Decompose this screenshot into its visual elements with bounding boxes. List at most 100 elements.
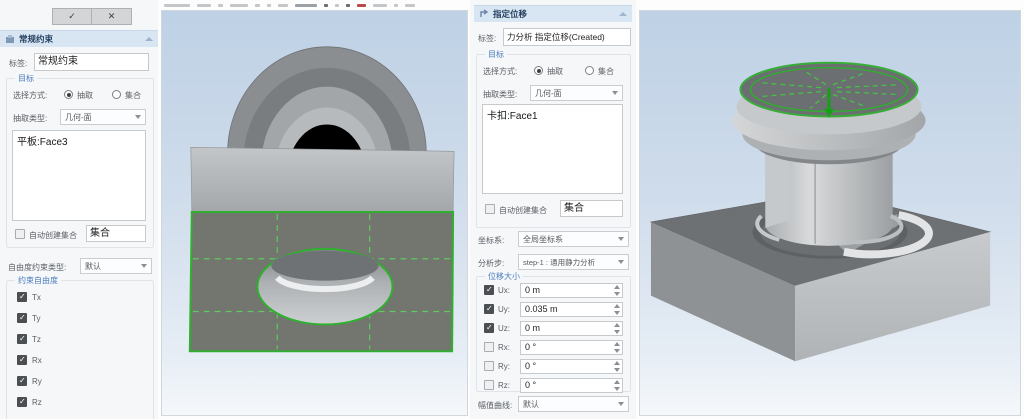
disp-input-uz[interactable]: 0 m — [520, 321, 623, 336]
viewport-toolbar[interactable] — [158, 0, 470, 10]
disp-input-uy[interactable]: 0.035 m — [520, 302, 623, 317]
label-input[interactable]: 常规约束 — [34, 53, 149, 71]
radio-extract-label: 抽取 — [547, 66, 563, 77]
viewport-iso[interactable] — [639, 10, 1021, 416]
panel-title: 常规约束 — [19, 33, 53, 45]
select-mode-label: 选择方式: — [483, 66, 517, 77]
toolbar-mark — [324, 4, 328, 7]
disp-label-rz: Rz: — [498, 381, 510, 390]
dof-group: 约束自由度 — [6, 280, 154, 419]
spinner-down-icon[interactable] — [614, 330, 620, 334]
toolbar-mark — [394, 4, 398, 7]
dof-checkbox-ry[interactable] — [17, 376, 27, 386]
constraint-icon — [5, 34, 15, 44]
toolbar-mark — [267, 4, 271, 7]
dof-checkbox-tz[interactable] — [17, 334, 27, 344]
toolbar-mark — [346, 4, 350, 7]
selection-list-item[interactable]: 卡扣:Face1 — [487, 107, 618, 122]
spinner-down-icon[interactable] — [614, 349, 620, 353]
extract-type-value: 几何-面 — [65, 112, 92, 123]
dof-label-ry: Ry — [32, 377, 42, 386]
dof-checkbox-rz[interactable] — [17, 397, 27, 407]
toolbar-mark — [373, 4, 387, 7]
dof-checkbox-ty[interactable] — [17, 313, 27, 323]
disp-checkbox-uy[interactable] — [484, 304, 494, 314]
chevron-down-icon — [618, 260, 624, 264]
displacement-icon — [479, 9, 489, 19]
set-name-input[interactable]: 集合 — [560, 200, 623, 217]
dialog-confirm-bar: ✓ ✕ — [52, 8, 132, 25]
spinner-up-icon[interactable] — [614, 361, 620, 365]
model-iso-view[interactable] — [640, 11, 1020, 415]
disp-value-ry: 0 ° — [525, 361, 536, 371]
extract-type-value: 几何-面 — [535, 88, 562, 99]
dof-label-ty: Ty — [32, 314, 40, 323]
selected-face-cap-top[interactable] — [740, 63, 917, 118]
auto-create-set-checkbox[interactable] — [485, 204, 495, 214]
amplitude-value: 默认 — [523, 399, 539, 410]
collapse-icon[interactable] — [619, 12, 627, 16]
disp-input-ry[interactable]: 0 ° — [520, 359, 623, 374]
spinner-up-icon[interactable] — [614, 304, 620, 308]
cancel-button[interactable]: ✕ — [92, 8, 132, 25]
selection-list-item[interactable]: 平板:Face3 — [17, 133, 141, 148]
disp-checkbox-ry[interactable] — [484, 361, 494, 371]
displacement-panel: 指定位移 标签: 力分析 指定位移(Created) 目标 选择方式: 抽取 集… — [470, 0, 636, 419]
spinner-down-icon[interactable] — [614, 311, 620, 315]
model-bottom-view[interactable] — [162, 11, 467, 415]
disp-checkbox-rx[interactable] — [484, 342, 494, 352]
radio-set[interactable] — [585, 66, 594, 75]
selection-listbox[interactable]: 平板:Face3 — [12, 130, 146, 221]
disp-value-ux: 0 m — [525, 285, 540, 295]
dof-checkbox-tx[interactable] — [17, 292, 27, 302]
spinner-down-icon[interactable] — [614, 292, 620, 296]
auto-create-set-checkbox[interactable] — [15, 229, 25, 239]
toolbar-mark — [164, 4, 190, 7]
radio-extract[interactable] — [534, 66, 543, 75]
extract-type-select[interactable]: 几何-面 — [60, 109, 146, 125]
spinner-up-icon[interactable] — [614, 285, 620, 289]
spinner-down-icon[interactable] — [614, 368, 620, 372]
analysis-step-select[interactable]: step-1 : 通用静力分析 — [518, 254, 629, 270]
constraint-panel: ✓ ✕ 常规约束 标签: 常规约束 目标 选择方式: 抽取 集合 抽取类型: 几… — [0, 0, 158, 419]
dof-checkbox-rx[interactable] — [17, 355, 27, 365]
spinner-up-icon[interactable] — [614, 342, 620, 346]
radio-set-label: 集合 — [598, 66, 614, 77]
radio-set[interactable] — [112, 90, 121, 99]
panel-title: 指定位移 — [493, 8, 527, 20]
toolbar-mark — [230, 4, 248, 7]
spinner-up-icon[interactable] — [614, 323, 620, 327]
selection-listbox[interactable]: 卡扣:Face1 — [482, 104, 623, 194]
dof-type-label: 自由度约束类型: — [8, 262, 66, 273]
amplitude-label: 幅值曲线: — [478, 400, 512, 411]
dof-label-tx: Tx — [32, 293, 41, 302]
disp-value-rz: 0 ° — [525, 380, 536, 390]
disp-input-rz[interactable]: 0 ° — [520, 378, 623, 393]
viewport-bottom[interactable] — [161, 10, 468, 416]
disp-input-rx[interactable]: 0 ° — [520, 340, 623, 355]
label-input[interactable]: 力分析 指定位移(Created) — [503, 28, 631, 46]
plate-front-face[interactable] — [191, 147, 454, 212]
coord-sys-select[interactable]: 全局坐标系 — [518, 231, 629, 247]
toolbar-mark — [357, 4, 366, 7]
dof-type-value: 默认 — [85, 261, 101, 272]
radio-extract[interactable] — [64, 90, 73, 99]
extract-type-select[interactable]: 几何-面 — [530, 85, 623, 101]
amplitude-select[interactable]: 默认 — [518, 396, 629, 412]
dof-type-select[interactable]: 默认 — [80, 258, 152, 274]
disp-value-uz: 0 m — [525, 323, 540, 333]
spinner-up-icon[interactable] — [614, 380, 620, 384]
disp-input-ux[interactable]: 0 m — [520, 283, 623, 298]
toolbar-mark — [335, 4, 339, 7]
button-stem — [765, 150, 892, 246]
auto-create-set-label: 自动创建集合 — [499, 205, 547, 216]
disp-checkbox-uz[interactable] — [484, 323, 494, 333]
toolbar-mark — [255, 4, 260, 7]
spinner-down-icon[interactable] — [614, 387, 620, 391]
disp-checkbox-ux[interactable] — [484, 285, 494, 295]
set-name-input[interactable]: 集合 — [86, 225, 146, 242]
disp-checkbox-rz[interactable] — [484, 380, 494, 390]
disp-label-uz: Uz: — [498, 324, 510, 333]
collapse-icon[interactable] — [145, 37, 153, 41]
confirm-button[interactable]: ✓ — [52, 8, 92, 25]
